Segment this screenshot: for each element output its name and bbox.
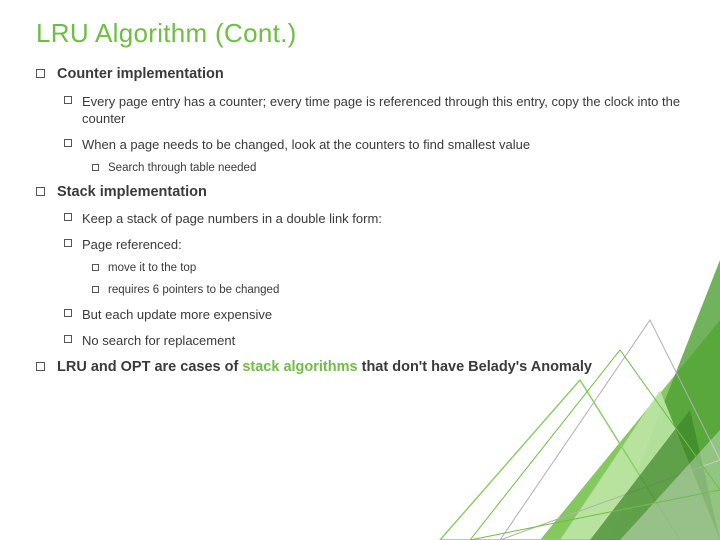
square-bullet-icon — [92, 286, 99, 293]
bullet-text: Stack implementation — [57, 183, 207, 203]
bullet-counter: Counter implementation — [36, 65, 684, 85]
square-bullet-icon — [64, 96, 72, 104]
bullet-text: Page referenced: — [82, 236, 182, 254]
bullet-stack-2-2: requires 6 pointers to be changed — [92, 283, 684, 299]
final-post: that don't have Belady's Anomaly — [358, 359, 592, 375]
bullet-text: Every page entry has a counter; every ti… — [82, 93, 684, 128]
bullet-stack-2-1: move it to the top — [92, 261, 684, 277]
bullet-text: No search for replacement — [82, 332, 235, 350]
bullet-stack-3: But each update more expensive — [64, 306, 684, 324]
slide-title: LRU Algorithm (Cont.) — [36, 18, 684, 49]
bullet-text: When a page needs to be changed, look at… — [82, 136, 530, 154]
bullet-text: Counter implementation — [57, 65, 224, 85]
bullet-counter-1: Every page entry has a counter; every ti… — [64, 93, 684, 128]
square-bullet-icon — [36, 69, 45, 78]
bullet-text: Search through table needed — [108, 161, 256, 177]
bullet-text: move it to the top — [108, 261, 196, 277]
slide: LRU Algorithm (Cont.) Counter implementa… — [0, 0, 720, 540]
bullet-text: But each update more expensive — [82, 306, 272, 324]
square-bullet-icon — [64, 335, 72, 343]
bullet-stack-1: Keep a stack of page numbers in a double… — [64, 210, 684, 228]
square-bullet-icon — [64, 139, 72, 147]
bullet-text: requires 6 pointers to be changed — [108, 283, 279, 299]
bullet-stack-4: No search for replacement — [64, 332, 684, 350]
final-accent: stack algorithms — [242, 359, 357, 375]
square-bullet-icon — [36, 362, 45, 371]
square-bullet-icon — [64, 213, 72, 221]
square-bullet-icon — [36, 187, 45, 196]
square-bullet-icon — [92, 264, 99, 271]
bullet-final: LRU and OPT are cases of stack algorithm… — [36, 358, 684, 378]
final-pre: LRU and OPT are cases of — [57, 359, 242, 375]
square-bullet-icon — [64, 239, 72, 247]
square-bullet-icon — [64, 309, 72, 317]
bullet-text: LRU and OPT are cases of stack algorithm… — [57, 358, 592, 378]
bullet-stack-2: Page referenced: — [64, 236, 684, 254]
square-bullet-icon — [92, 164, 99, 171]
bullet-counter-2-1: Search through table needed — [92, 161, 684, 177]
bullet-counter-2: When a page needs to be changed, look at… — [64, 136, 684, 154]
bullet-text: Keep a stack of page numbers in a double… — [82, 210, 382, 228]
bullet-stack: Stack implementation — [36, 183, 684, 203]
